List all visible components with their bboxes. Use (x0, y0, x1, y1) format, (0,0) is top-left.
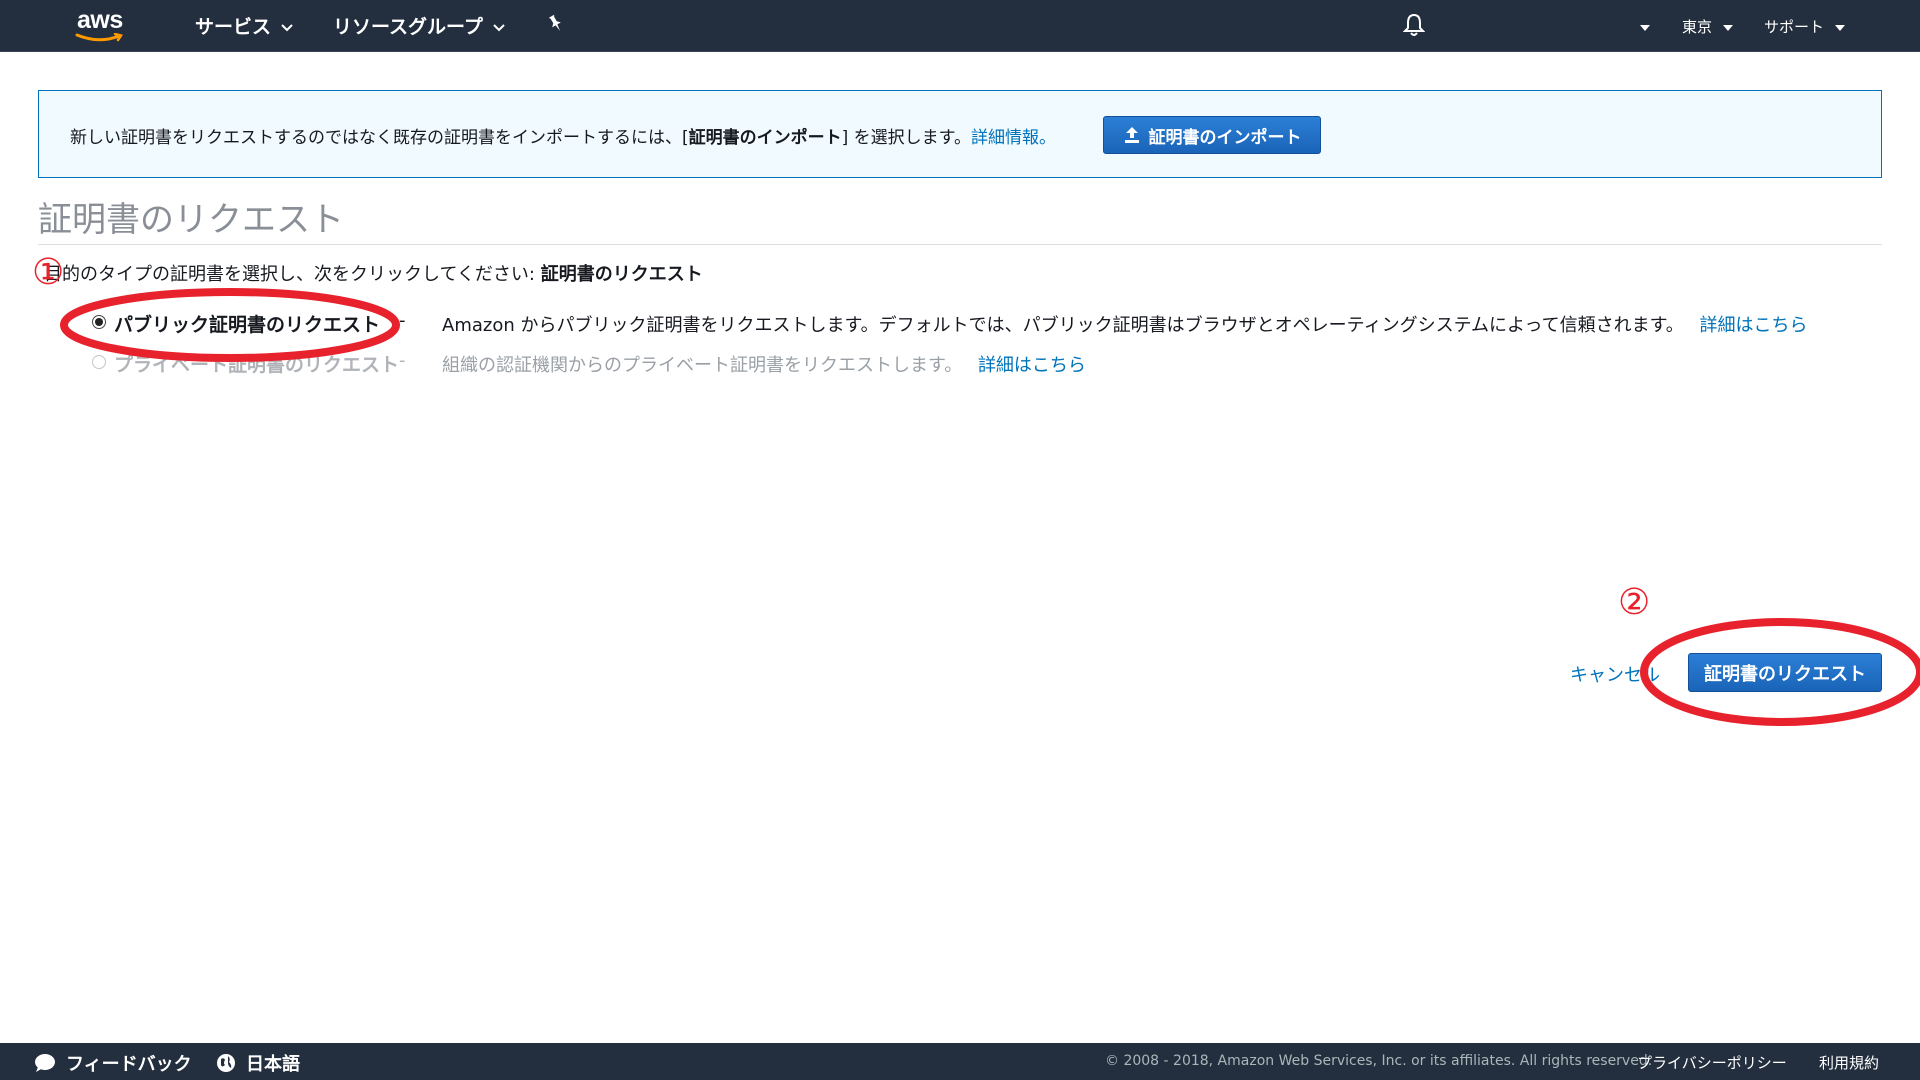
language-label: 日本語 (246, 1054, 300, 1075)
resource-groups-menu[interactable]: リソースグループ (333, 12, 505, 39)
globe-icon (217, 1054, 235, 1072)
info-text-suffix: ] を選択します。 (841, 128, 971, 148)
cancel-link[interactable]: キャンセル (1570, 661, 1660, 687)
copyright-text: © 2008 - 2018, Amazon Web Services, Inc.… (1105, 1053, 1653, 1069)
pin-icon (548, 14, 561, 31)
private-certificate-label: プライベート証明書のリクエスト (114, 354, 400, 376)
option-separator: - (399, 350, 406, 371)
request-button-label: 証明書のリクエスト (1704, 663, 1866, 685)
public-description-text: Amazon からパブリック証明書をリクエストします。デフォルトでは、パブリック… (442, 315, 1684, 336)
services-menu[interactable]: サービス (195, 12, 293, 39)
caret-down-icon (1640, 25, 1650, 31)
import-info-banner: 新しい証明書をリクエストするのではなく既存の証明書をインポートするには、[証明書… (38, 90, 1882, 178)
privacy-policy-link[interactable]: プライバシーポリシー (1637, 1052, 1787, 1073)
page-title: 証明書のリクエスト (38, 200, 344, 240)
public-certificate-radio[interactable] (92, 315, 106, 329)
chevron-down-icon (493, 23, 505, 31)
annotation-marker-1: ① (32, 252, 65, 293)
private-certificate-radio (92, 355, 106, 369)
pin-button[interactable] (548, 14, 564, 39)
region-label: 東京 (1682, 18, 1713, 36)
feedback-label: フィードバック (66, 1054, 192, 1075)
private-certificate-option: プライベート証明書のリクエスト - 組織の認証機関からのプライベート証明書をリク… (92, 350, 1292, 376)
bell-icon (1402, 13, 1426, 36)
caret-down-icon (1722, 25, 1733, 31)
top-navigation-bar: aws サービス リソースグループ 東京 サポート (0, 0, 1920, 52)
notifications-button[interactable] (1402, 13, 1426, 42)
info-text-bold: 証明書のインポート (688, 128, 842, 148)
support-label: サポート (1764, 18, 1825, 36)
public-learn-more-link[interactable]: 詳細はこちら (1700, 315, 1808, 336)
private-learn-more-link[interactable]: 詳細はこちら (978, 355, 1086, 376)
services-label: サービス (195, 16, 272, 38)
option-separator: - (399, 310, 406, 331)
support-menu[interactable]: サポート (1764, 16, 1845, 37)
upload-icon (1124, 127, 1139, 143)
feedback-button[interactable]: フィードバック (34, 1050, 192, 1076)
annotation-marker-2: ② (1618, 582, 1651, 623)
region-menu[interactable]: 東京 (1682, 16, 1733, 37)
title-divider (38, 244, 1882, 245)
request-certificate-button[interactable]: 証明書のリクエスト (1688, 653, 1882, 692)
public-certificate-label[interactable]: パブリック証明書のリクエスト (114, 310, 380, 337)
info-text-prefix: 新しい証明書をリクエストするのではなく既存の証明書をインポートするには、[ (70, 128, 689, 148)
import-certificate-button[interactable]: 証明書のインポート (1103, 116, 1321, 154)
instruction-bold: 証明書のリクエスト (540, 264, 703, 285)
instruction-prefix: 目的のタイプの証明書を選択し、次をクリックしてください: (44, 264, 541, 285)
public-certificate-description: Amazon からパブリック証明書をリクエストします。デフォルトでは、パブリック… (442, 311, 1808, 337)
aws-logo-text: aws (77, 6, 123, 34)
aws-smile-icon (75, 33, 124, 42)
import-info-text: 新しい証明書をリクエストするのではなく既存の証明書をインポートするには、[証明書… (70, 123, 1056, 148)
private-description-text: 組織の認証機関からのプライベート証明書をリクエストします。 (442, 355, 963, 376)
instruction-text: 目的のタイプの証明書を選択し、次をクリックしてください: 証明書のリクエスト (44, 260, 703, 286)
terms-link[interactable]: 利用規約 (1819, 1052, 1879, 1073)
import-button-label: 証明書のインポート (1148, 127, 1302, 148)
public-certificate-option[interactable]: パブリック証明書のリクエスト - Amazon からパブリック証明書をリクエスト… (92, 310, 1808, 337)
caret-down-icon (1834, 25, 1845, 31)
resource-groups-label: リソースグループ (333, 16, 483, 38)
aws-logo[interactable]: aws (73, 6, 133, 44)
chevron-down-icon (281, 23, 293, 31)
private-certificate-description: 組織の認証機関からのプライベート証明書をリクエストします。 詳細はこちら (442, 351, 1086, 377)
speech-bubble-icon (35, 1054, 55, 1072)
more-info-link[interactable]: 詳細情報。 (971, 128, 1056, 148)
account-menu[interactable] (1640, 18, 1650, 36)
footer-bar: フィードバック 日本語 © 2008 - 2018, Amazon Web Se… (0, 1043, 1920, 1080)
language-selector[interactable]: 日本語 (216, 1050, 300, 1076)
